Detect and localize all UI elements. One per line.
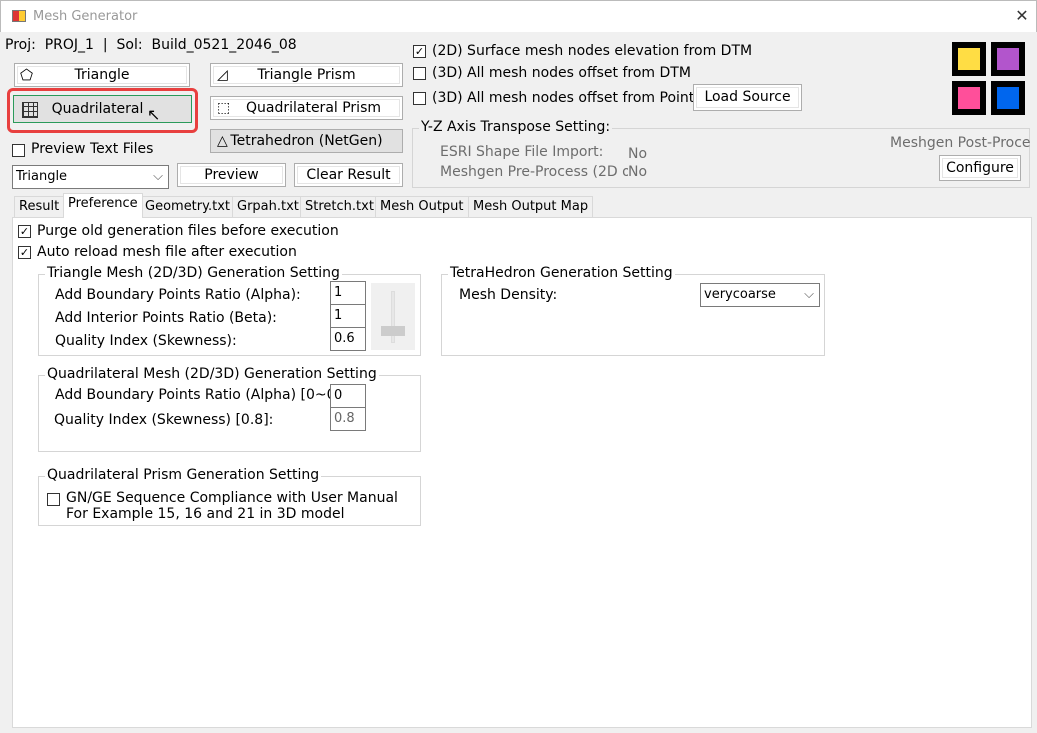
pentagon-icon: ⬠ xyxy=(20,66,34,84)
cube-icon: ⬚ xyxy=(217,100,231,116)
esri-value: No xyxy=(628,146,648,162)
tab-stretch[interactable]: Stretch.txt xyxy=(300,196,379,217)
triangle-prism-label: Triangle Prism xyxy=(257,67,356,83)
triangle-button[interactable]: ⬠ Triangle xyxy=(14,63,190,87)
quad-prism-group: Quadrilateral Prism Generation Setting G… xyxy=(38,467,421,526)
preview-text-files-checkbox[interactable] xyxy=(12,144,25,157)
tri-beta-input[interactable]: 1 xyxy=(330,304,366,328)
tri-alpha-label: Add Boundary Points Ratio (Alpha): xyxy=(55,287,301,303)
yz-title: Y-Z Axis Transpose Setting: xyxy=(419,119,613,135)
tri-beta-label: Add Interior Points Ratio (Beta): xyxy=(55,310,277,326)
quad-alpha-label: Add Boundary Points Ratio (Alpha) [0~0.5 xyxy=(55,387,330,403)
triangle-mesh-title: Triangle Mesh (2D/3D) Generation Setting xyxy=(45,265,342,281)
tab-geometry[interactable]: Geometry.txt xyxy=(140,196,235,217)
tab-mesh-output[interactable]: Mesh Output xyxy=(375,196,469,217)
close-icon[interactable]: ✕ xyxy=(1011,5,1033,27)
tetrahedron-label: Tetrahedron (NetGen) xyxy=(230,133,383,149)
tab-preference[interactable]: Preference xyxy=(63,193,143,218)
quadrilateral-button[interactable]: Quadrilateral ↖ xyxy=(13,95,192,124)
slider-thumb[interactable] xyxy=(381,326,405,336)
preference-panel: ✓ Purge old generation files before exec… xyxy=(12,217,1032,728)
quadrilateral-label: Quadrilateral xyxy=(51,101,144,117)
title-bar: Mesh Generator ✕ xyxy=(0,0,1037,32)
color-swatch-blue[interactable] xyxy=(991,81,1025,115)
proj-value: PROJ_1 xyxy=(44,37,94,53)
mesh-density-value: verycoarse xyxy=(704,287,776,302)
mesh-density-select[interactable]: verycoarse ⌵ xyxy=(700,283,820,307)
quad-quality-label: Quality Index (Skewness) [0.8]: xyxy=(54,412,274,428)
quad-mesh-group: Quadrilateral Mesh (2D/3D) Generation Se… xyxy=(38,366,421,452)
cursor-icon: ↖ xyxy=(147,105,161,124)
post-process-label: Meshgen Post-Process xyxy=(890,135,1031,151)
gnge-label-line2: For Example 15, 16 and 21 in 3D model xyxy=(66,506,345,522)
esri-label: ESRI Shape File Import: xyxy=(440,144,604,160)
tab-result[interactable]: Result xyxy=(14,196,65,217)
window-title: Mesh Generator xyxy=(33,9,138,24)
quality-slider[interactable] xyxy=(371,283,415,350)
grid-icon xyxy=(22,102,38,118)
preview-text-files-label: Preview Text Files xyxy=(31,141,154,157)
option-label-3d-point: (3D) All mesh nodes offset from Point C xyxy=(432,90,694,106)
load-source-button[interactable]: Load Source xyxy=(693,84,802,111)
quad-alpha-input[interactable]: 0 xyxy=(330,384,366,408)
configure-button[interactable]: Configure xyxy=(939,155,1021,181)
tetrahedron-icon: △ xyxy=(217,133,228,149)
yz-transpose-group: Y-Z Axis Transpose Setting: ESRI Shape F… xyxy=(412,119,1031,188)
gnge-checkbox[interactable] xyxy=(47,493,60,506)
quadrilateral-prism-button[interactable]: ⬚ Quadrilateral Prism xyxy=(210,96,403,120)
reload-checkbox[interactable]: ✓ xyxy=(18,246,31,259)
pre-process-value: No xyxy=(628,164,648,180)
purge-checkbox[interactable]: ✓ xyxy=(18,225,31,238)
tri-quality-label: Quality Index (Skewness): xyxy=(55,333,237,349)
triangle-prism-icon: ◿ xyxy=(217,67,228,83)
preview-button[interactable]: Preview xyxy=(177,163,286,187)
pre-process-label: Meshgen Pre-Process (2D or xyxy=(440,164,628,180)
gnge-label-line1: GN/GE Sequence Compliance with User Manu… xyxy=(66,490,398,506)
file-select[interactable]: Triangle ⌵ xyxy=(12,165,169,189)
quad-mesh-title: Quadrilateral Mesh (2D/3D) Generation Se… xyxy=(45,366,379,382)
separator: | xyxy=(102,37,108,53)
tri-alpha-input[interactable]: 1 xyxy=(330,281,366,305)
tri-quality-input[interactable]: 0.6 xyxy=(330,327,366,351)
triangle-prism-button[interactable]: ◿ Triangle Prism xyxy=(210,63,403,87)
quadrilateral-prism-label: Quadrilateral Prism xyxy=(245,100,382,116)
file-select-value: Triangle xyxy=(16,169,68,184)
option-checkbox-3d-dtm[interactable] xyxy=(413,67,426,80)
color-swatch-yellow[interactable] xyxy=(952,42,986,76)
tetra-title: TetraHedron Generation Setting xyxy=(448,265,675,281)
purge-label: Purge old generation files before execut… xyxy=(37,223,339,239)
sol-label: Sol: xyxy=(116,37,143,53)
sol-value: Build_0521_2046_08 xyxy=(151,37,297,53)
app-icon xyxy=(12,10,26,22)
tab-grpah[interactable]: Grpah.txt xyxy=(232,196,304,217)
chevron-down-icon: ⌵ xyxy=(804,287,814,302)
proj-label: Proj: xyxy=(5,37,36,53)
color-swatch-purple[interactable] xyxy=(991,42,1025,76)
chevron-down-icon: ⌵ xyxy=(153,169,163,184)
mesh-density-label: Mesh Density: xyxy=(459,287,558,303)
option-label-3d-dtm: (3D) All mesh nodes offset from DTM xyxy=(432,65,691,81)
clear-result-button[interactable]: Clear Result xyxy=(294,163,403,187)
triangle-mesh-group: Triangle Mesh (2D/3D) Generation Setting… xyxy=(38,265,421,356)
project-info: Proj: PROJ_1 | Sol: Build_0521_2046_08 xyxy=(5,37,297,53)
quad-prism-title: Quadrilateral Prism Generation Setting xyxy=(45,467,322,483)
option-label-2d-elevation: (2D) Surface mesh nodes elevation from D… xyxy=(432,43,753,59)
color-swatch-pink[interactable] xyxy=(952,81,986,115)
reload-label: Auto reload mesh file after execution xyxy=(37,244,297,260)
triangle-label: Triangle xyxy=(74,67,130,83)
tab-mesh-output-map[interactable]: Mesh Output Map xyxy=(468,196,594,217)
quad-quality-input[interactable]: 0.8 xyxy=(330,407,366,431)
tetra-group: TetraHedron Generation Setting Mesh Dens… xyxy=(441,265,825,356)
option-checkbox-3d-point[interactable] xyxy=(413,92,426,105)
tetrahedron-button[interactable]: △ Tetrahedron (NetGen) xyxy=(210,129,403,153)
option-checkbox-2d-elevation[interactable]: ✓ xyxy=(413,45,426,58)
